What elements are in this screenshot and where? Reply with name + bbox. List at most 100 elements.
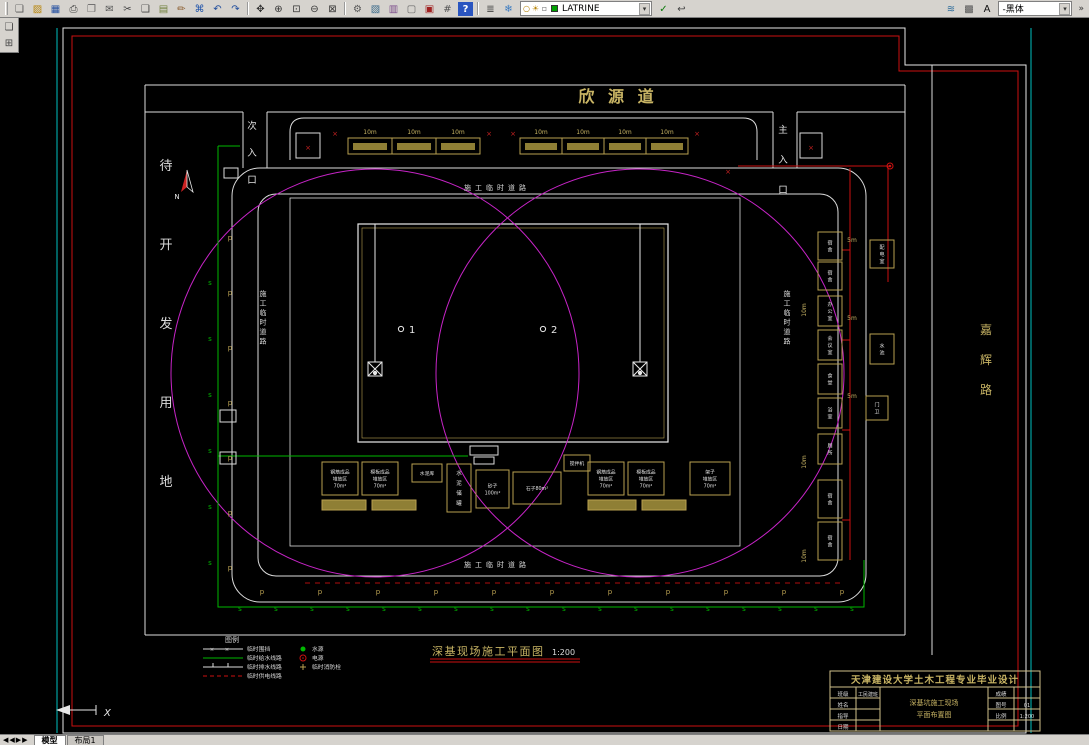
cad-text: 水 — [456, 469, 462, 477]
tab-layout1[interactable]: 布局1 — [66, 735, 104, 745]
cad-text: 石子80m² — [526, 485, 548, 492]
dim-10m: 10m — [534, 129, 548, 136]
layer-combo-dropdown-arrow[interactable]: ▾ — [639, 2, 650, 15]
markup-icon[interactable]: ▣ — [421, 0, 438, 17]
copy-icon[interactable]: ❑ — [137, 0, 154, 17]
cross-mark: × — [486, 130, 492, 138]
dim-10m: 10m — [618, 129, 632, 136]
pan-icon[interactable]: ✥ — [252, 0, 269, 17]
legend-item: 临时排水线路 — [247, 663, 282, 671]
stall-bar — [525, 143, 557, 150]
layer-previous-icon[interactable]: ↩ — [673, 0, 690, 17]
cad-text: 泥 — [456, 479, 462, 487]
water-symbol: s — [454, 605, 458, 613]
secondary-entrance-label: 入 — [247, 148, 257, 159]
cad-text: 室 — [827, 315, 832, 322]
water-symbol: s — [670, 605, 674, 613]
layer-properties-icon[interactable]: ≣ — [482, 0, 499, 17]
layer-match-icon[interactable]: ▩ — [960, 0, 978, 17]
tab-nav-arrows-icon[interactable]: ◀◀▶▶ — [3, 735, 29, 745]
water-symbol: s — [208, 503, 212, 511]
cad-text: 舍 — [827, 542, 832, 549]
fence-cross: × — [210, 647, 214, 653]
calculator-icon[interactable]: # — [439, 0, 456, 17]
paste-icon[interactable]: ▤ — [155, 0, 172, 17]
titleblock-cell: 成绩 — [995, 690, 1007, 698]
titleblock-cell: 指导 — [837, 712, 849, 720]
toolbar-separator — [344, 2, 346, 15]
titleblock-cell: 姓名 — [837, 701, 848, 709]
cut-icon[interactable]: ✂ — [119, 0, 136, 17]
drawing-caption: 深基现场施工平面图 — [432, 644, 545, 658]
designcenter-icon[interactable]: ▧ — [367, 0, 384, 17]
dim-10m: 10m — [801, 455, 808, 469]
water-symbol: s — [706, 605, 710, 613]
cad-text: 模板成品 — [370, 469, 389, 476]
save-icon[interactable]: ▦ — [47, 0, 64, 17]
properties-icon[interactable]: ⚙ — [349, 0, 366, 17]
file-toolbar-group: ❏ ▨ ▦ ⎙ ❐ ✉ ✂ ❑ ▤ ✏ ⌘ ↶ ↷ — [11, 0, 244, 17]
cad-text: 堆放区 — [373, 476, 388, 483]
redo-icon[interactable]: ↷ — [227, 0, 244, 17]
fence-symbol: p — [782, 588, 787, 596]
titleblock-cell: 01 — [1024, 703, 1030, 709]
cad-text: 70m² — [600, 484, 613, 490]
font-combo-dropdown-arrow[interactable]: ▾ — [1059, 2, 1071, 15]
etransmit-icon[interactable]: ✉ — [101, 0, 118, 17]
fence-symbol: p — [228, 509, 233, 517]
dim-10m: 10m — [576, 129, 590, 136]
vacant-land-label: 用 — [159, 396, 172, 411]
fence-symbol: p — [492, 588, 497, 596]
titleblock-cell: 日期 — [837, 724, 849, 731]
layer-color-swatch — [551, 5, 558, 12]
cad-text: 水 — [879, 343, 884, 350]
titleblock-cell: 1:200 — [1020, 714, 1034, 720]
zoom-realtime-icon[interactable]: ⊕ — [270, 0, 287, 17]
sheet-set-icon[interactable]: ▢ — [403, 0, 420, 17]
zoom-previous-icon[interactable]: ⊖ — [306, 0, 323, 17]
material-bar — [587, 499, 637, 511]
make-layer-current-icon[interactable]: ✓ — [655, 0, 672, 17]
cad-text: 室 — [879, 258, 884, 265]
undo-icon[interactable]: ↶ — [209, 0, 226, 17]
zoom-extents-icon[interactable]: ⊠ — [324, 0, 341, 17]
layer-states-icon[interactable]: ❄ — [500, 0, 517, 17]
cad-text: 配 — [879, 245, 884, 251]
draw-toolbar-icon[interactable]: ❏ — [0, 19, 18, 35]
styles-toolbar-group: ≋ ▩ A — [942, 0, 996, 17]
main-entrance-label: 主 — [778, 124, 788, 136]
help-icon[interactable]: ? — [457, 0, 474, 17]
hyperlink-icon[interactable]: ⌘ — [191, 0, 208, 17]
layer-walk-icon[interactable]: ≋ — [942, 0, 960, 17]
tab-model[interactable]: 模型 — [33, 735, 66, 745]
tool-palettes-icon[interactable]: ▥ — [385, 0, 402, 17]
dim-10m: 10m — [801, 549, 808, 563]
match-properties-icon[interactable]: ✏ — [173, 0, 190, 17]
plot-preview-icon[interactable]: ❐ — [83, 0, 100, 17]
water-symbol: s — [814, 605, 818, 613]
street-right-label: 辉 — [980, 353, 992, 367]
modify-toolbar-icon[interactable]: ⊞ — [0, 35, 18, 51]
toolbar-grip[interactable] — [5, 2, 8, 15]
toolbar-overflow-icon[interactable]: » — [1075, 4, 1087, 14]
street-right-label: 嘉 — [980, 323, 992, 337]
text-style-icon[interactable]: A — [978, 0, 996, 17]
layer-combo[interactable]: ○ ☀ ▫ LATRINE ▾ — [520, 1, 652, 16]
legend-item: 临时围挡 — [247, 645, 270, 653]
zoom-window-icon[interactable]: ⊡ — [288, 0, 305, 17]
small-structure — [219, 409, 237, 423]
street-right-label: 路 — [980, 382, 992, 397]
cad-text: 办 — [827, 301, 832, 308]
water-symbol: s — [238, 605, 242, 613]
font-combo[interactable]: -黑体 ▾ — [998, 1, 1073, 16]
plot-icon[interactable]: ⎙ — [65, 0, 82, 17]
road-label-right: 工 — [784, 300, 791, 308]
new-icon[interactable]: ❏ — [11, 0, 28, 17]
water-symbol: s — [208, 391, 212, 399]
cad-drawing[interactable]: N 欣 源 道 施工临时道路 施工临时道路 1 2 深基现场施工平面图 1:20… — [0, 0, 1089, 745]
open-icon[interactable]: ▨ — [29, 0, 46, 17]
cad-text: 钢筋成品 — [596, 469, 615, 476]
cad-text: 宿 — [827, 493, 832, 500]
cross-mark: × — [694, 130, 700, 138]
current-layer-name: LATRINE — [562, 3, 600, 14]
